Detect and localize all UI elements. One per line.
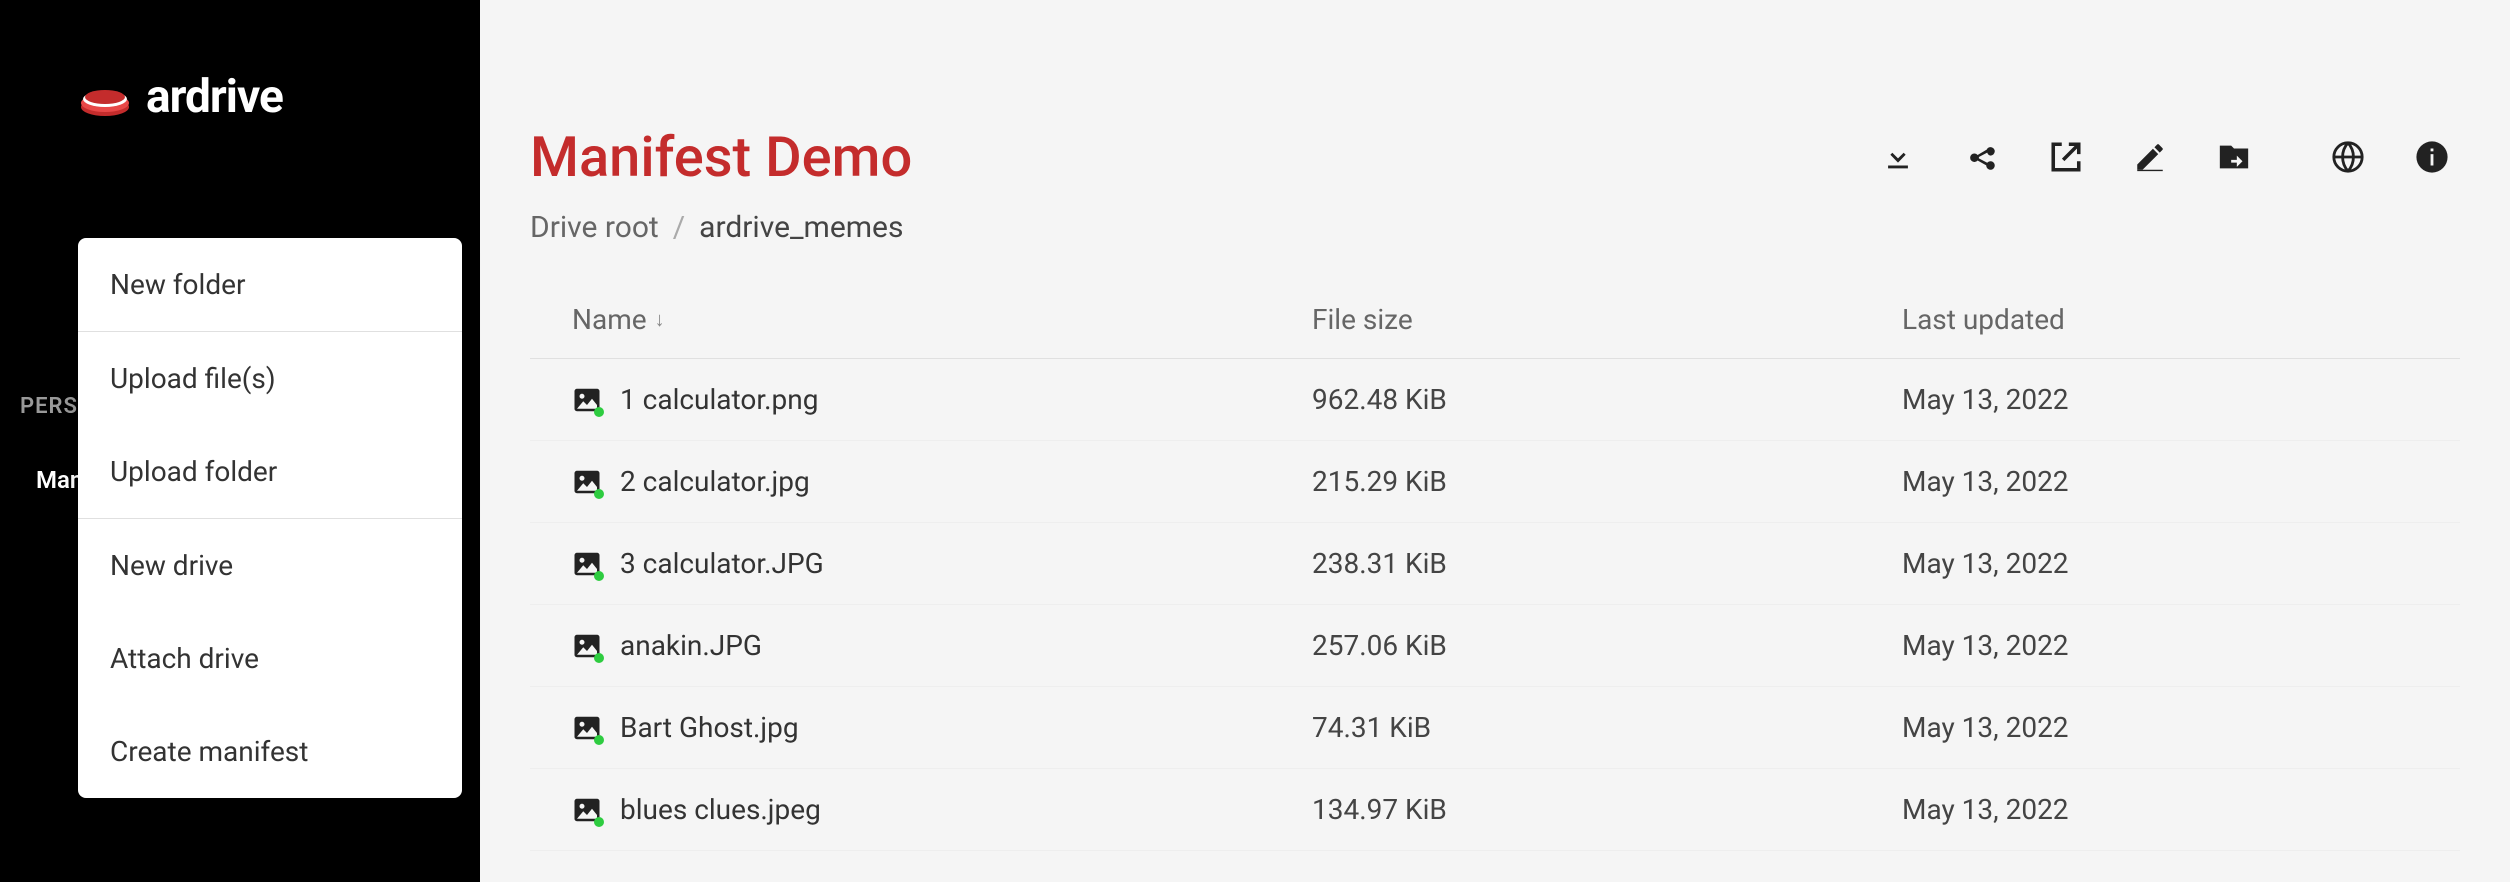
logo[interactable]: ardrive [0, 0, 480, 124]
info-icon[interactable] [2414, 139, 2450, 175]
page-title: Manifest Demo [530, 124, 912, 190]
menu-attach-drive[interactable]: Attach drive [78, 612, 462, 705]
file-name: 3 calculator.JPG [620, 547, 824, 580]
column-name-label: Name [572, 303, 647, 336]
image-file-icon [572, 713, 602, 743]
file-name: blues clues.jpeg [620, 793, 821, 826]
move-folder-icon[interactable] [2216, 139, 2252, 175]
column-name[interactable]: Name ↓ [572, 303, 1312, 336]
file-name: anakin.JPG [620, 629, 762, 662]
menu-upload-files[interactable]: Upload file(s) [78, 332, 462, 425]
file-name: 1 calculator.png [620, 383, 818, 416]
logo-text: ardrive [146, 70, 283, 124]
table-row[interactable]: Bart Ghost.jpg 74.31 KiBMay 13, 2022 [530, 687, 2460, 769]
new-dropdown-menu: New folder Upload file(s) Upload folder … [78, 238, 462, 798]
cell-updated: May 13, 2022 [1902, 383, 2460, 416]
table-row[interactable]: blues clues.jpeg 134.97 KiBMay 13, 2022 [530, 769, 2460, 851]
menu-new-folder[interactable]: New folder [78, 238, 462, 331]
table-row[interactable]: 2 calculator.jpg 215.29 KiBMay 13, 2022 [530, 441, 2460, 523]
cell-updated: May 13, 2022 [1902, 629, 2460, 662]
column-size[interactable]: File size [1312, 303, 1902, 336]
cell-size: 238.31 KiB [1312, 547, 1902, 580]
sidebar-item-active[interactable]: Man [36, 466, 83, 494]
image-file-icon [572, 467, 602, 497]
image-file-icon [572, 631, 602, 661]
menu-new-drive[interactable]: New drive [78, 519, 462, 612]
cell-updated: May 13, 2022 [1902, 711, 2460, 744]
cell-size: 74.31 KiB [1312, 711, 1902, 744]
breadcrumb: Drive root / ardrive_memes [530, 210, 2460, 245]
breadcrumb-current[interactable]: ardrive_memes [699, 210, 903, 245]
breadcrumb-separator: / [673, 210, 685, 245]
menu-upload-folder[interactable]: Upload folder [78, 425, 462, 518]
cell-size: 962.48 KiB [1312, 383, 1902, 416]
file-name: 2 calculator.jpg [620, 465, 810, 498]
cell-updated: May 13, 2022 [1902, 793, 2460, 826]
cell-name: blues clues.jpeg [572, 793, 1312, 826]
main-content: Manifest Demo [480, 0, 2510, 882]
image-file-icon [572, 795, 602, 825]
image-file-icon [572, 385, 602, 415]
file-table: Name ↓ File size Last updated 1 calculat… [530, 293, 2460, 851]
breadcrumb-root[interactable]: Drive root [530, 210, 659, 245]
open-external-icon[interactable] [2048, 139, 2084, 175]
cell-name: 2 calculator.jpg [572, 465, 1312, 498]
table-row[interactable]: anakin.JPG 257.06 KiBMay 13, 2022 [530, 605, 2460, 687]
table-row[interactable]: 1 calculator.png 962.48 KiBMay 13, 2022 [530, 359, 2460, 441]
table-row[interactable]: 3 calculator.JPG 238.31 KiBMay 13, 2022 [530, 523, 2460, 605]
cell-name: 1 calculator.png [572, 383, 1312, 416]
cell-size: 215.29 KiB [1312, 465, 1902, 498]
sidebar: ardrive PERSONAL Man New folder Upload f… [0, 0, 480, 882]
file-name: Bart Ghost.jpg [620, 711, 799, 744]
share-icon[interactable] [1964, 139, 2000, 175]
edit-icon[interactable] [2132, 139, 2168, 175]
download-icon[interactable] [1880, 139, 1916, 175]
image-file-icon [572, 549, 602, 579]
sort-arrow-icon: ↓ [655, 307, 665, 332]
cell-name: 3 calculator.JPG [572, 547, 1312, 580]
column-updated[interactable]: Last updated [1902, 303, 2460, 336]
toolbar [1880, 139, 2460, 175]
cell-updated: May 13, 2022 [1902, 547, 2460, 580]
cell-size: 134.97 KiB [1312, 793, 1902, 826]
cell-name: Bart Ghost.jpg [572, 711, 1312, 744]
globe-icon[interactable] [2330, 139, 2366, 175]
cell-name: anakin.JPG [572, 629, 1312, 662]
ardrive-logo-icon [78, 77, 132, 117]
cell-size: 257.06 KiB [1312, 629, 1902, 662]
menu-create-manifest[interactable]: Create manifest [78, 705, 462, 798]
cell-updated: May 13, 2022 [1902, 465, 2460, 498]
table-header: Name ↓ File size Last updated [530, 293, 2460, 359]
